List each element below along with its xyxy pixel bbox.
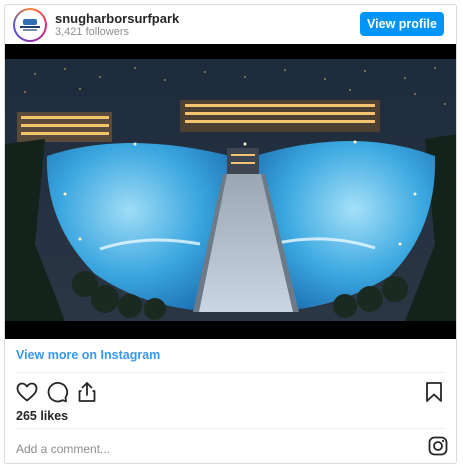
view-more-link[interactable]: View more on Instagram xyxy=(16,348,160,362)
divider xyxy=(16,428,445,429)
comment-icon[interactable] xyxy=(45,380,69,404)
post-header: snugharborsurfpark 3,421 followers View … xyxy=(5,5,456,45)
follower-count: 3,421 followers xyxy=(55,26,129,38)
view-profile-button[interactable]: View profile xyxy=(360,12,444,36)
heart-icon[interactable] xyxy=(15,380,39,404)
action-bar xyxy=(5,380,456,408)
instagram-embed-card: snugharborsurfpark 3,421 followers View … xyxy=(4,4,457,464)
username[interactable]: snugharborsurfpark xyxy=(55,11,179,26)
like-count: 265 likes xyxy=(16,409,69,423)
bookmark-icon[interactable] xyxy=(422,380,446,404)
avatar-logo xyxy=(15,10,45,40)
post-image[interactable] xyxy=(5,44,456,339)
share-icon[interactable] xyxy=(75,380,99,404)
instagram-icon[interactable] xyxy=(428,436,448,456)
comment-input[interactable]: Add a comment... xyxy=(16,442,110,456)
avatar[interactable] xyxy=(13,8,47,42)
divider xyxy=(16,372,445,373)
